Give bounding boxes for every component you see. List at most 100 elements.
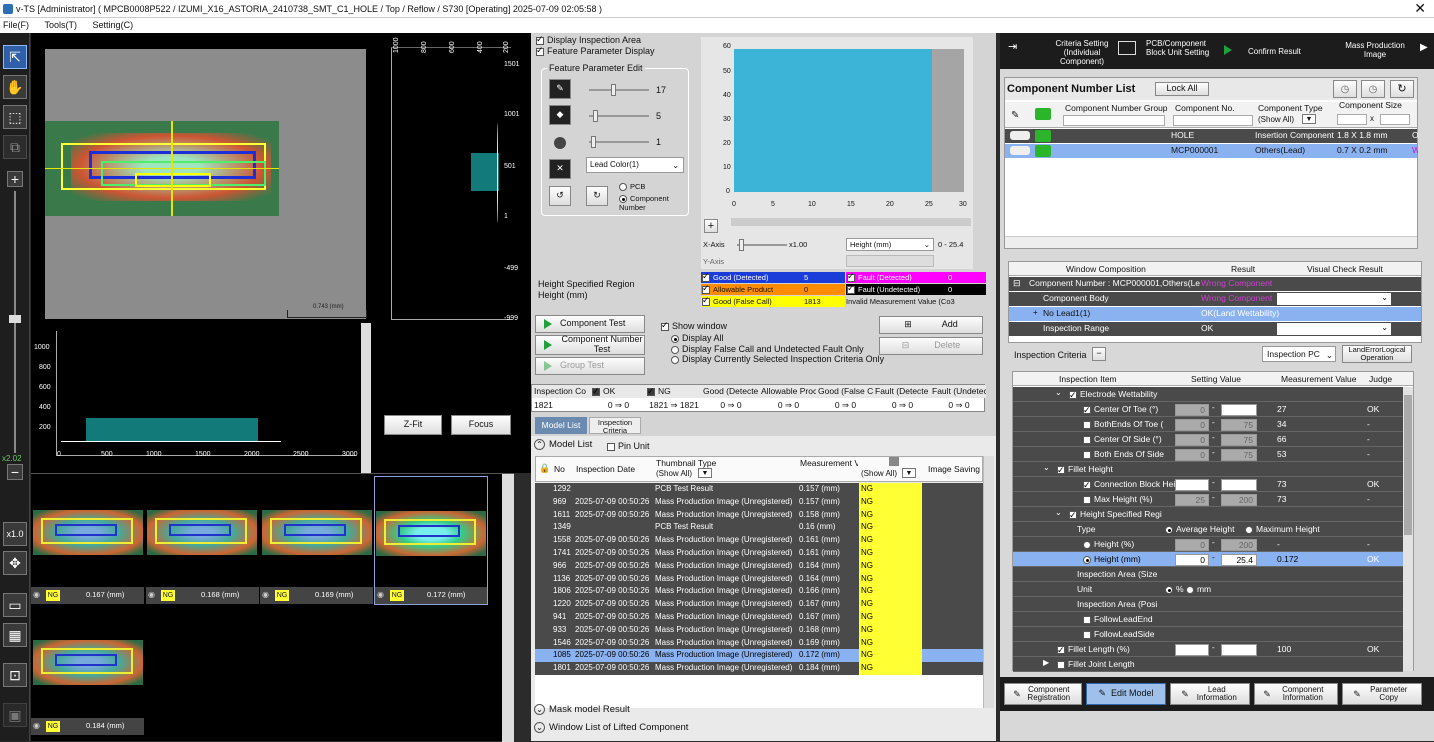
legend-false-call[interactable]: Good (False Call)1813	[701, 295, 845, 307]
criteria-collapse-button[interactable]: −	[1092, 347, 1106, 361]
move-icon[interactable]: ✥	[3, 551, 27, 575]
slider-track[interactable]	[589, 84, 649, 96]
max-input[interactable]: 75	[1221, 434, 1257, 446]
criteria-row[interactable]: ⌄ Fillet Height	[1013, 462, 1403, 477]
expand-icon[interactable]: ⌄	[1055, 388, 1062, 397]
window-row[interactable]: ⊟ Component Number : MCP000001,Others(Le W…	[1009, 277, 1421, 291]
menu-tools[interactable]: Tools(T)	[45, 20, 78, 30]
zoom-out-icon[interactable]: −	[7, 464, 23, 480]
menu-file[interactable]: File(F)	[3, 20, 29, 30]
col-component-size[interactable]: Component Size	[1337, 99, 1417, 112]
thumbnail-scrollbar[interactable]	[502, 474, 514, 742]
grid-icon[interactable]: ▦	[3, 623, 27, 647]
frame-icon[interactable]: ▭	[3, 593, 27, 617]
criteria-row[interactable]: ⌄ Height Specified Regi	[1013, 507, 1403, 522]
thumbnail-image[interactable]	[147, 510, 257, 555]
expand-icon[interactable]: ⌄	[1055, 508, 1062, 517]
thumbnail-image[interactable]	[376, 511, 486, 556]
show-window-check[interactable]: Show window	[661, 320, 727, 331]
tab-parameter-copy[interactable]: ✎ Parameter Copy	[1342, 683, 1422, 705]
x-axis-slider[interactable]	[737, 239, 787, 251]
component-list-hscroll[interactable]	[1005, 236, 1417, 248]
multi-select-icon[interactable]: ⧉	[3, 135, 27, 159]
lock-all-button[interactable]: Lock All	[1155, 82, 1209, 96]
enable-all-icon[interactable]	[1035, 108, 1051, 120]
close-icon[interactable]: ✕	[1414, 0, 1426, 16]
inspection-window-lead[interactable]	[135, 173, 211, 187]
eraser-icon[interactable]: ◆	[549, 105, 571, 125]
legend-good-detected[interactable]: Good (Detected)5	[701, 271, 845, 283]
rotate-left-icon[interactable]: ↺	[549, 186, 571, 206]
zfit-button[interactable]: Z-Fit	[384, 415, 442, 435]
model-list-scrollbar[interactable]	[983, 456, 994, 708]
slider-track[interactable]	[589, 110, 649, 122]
size-y-input[interactable]	[1380, 114, 1410, 125]
component-no-filter-input[interactable]	[1173, 115, 1253, 126]
hand-icon[interactable]: ✋	[3, 75, 27, 99]
display-current-radio[interactable]: Display Currently Selected Inspection Cr…	[671, 354, 884, 364]
model-row[interactable]: 1611 2025-07-09 00:50:26 Mass Production I…	[535, 508, 983, 522]
max-input[interactable]: 75	[1221, 419, 1257, 431]
criteria-row[interactable]: Unit% mm	[1013, 582, 1403, 597]
zoom-slider-thumb[interactable]	[9, 315, 21, 323]
slider-track[interactable]	[589, 136, 649, 148]
tab-model-list[interactable]: Model List	[535, 417, 587, 434]
display-inspection-area[interactable]: Display Inspection Area	[536, 34, 641, 45]
min-input[interactable]: 0	[1175, 539, 1209, 551]
model-row[interactable]: 1220 2025-07-09 00:50:26 Mass Production I…	[535, 598, 983, 611]
max-input[interactable]: 100	[1221, 644, 1257, 656]
min-input[interactable]: 0	[1175, 449, 1209, 461]
inspection-pc-select[interactable]: Inspection PC ⌄	[1262, 346, 1336, 362]
pen-icon[interactable]: ✎	[549, 79, 571, 99]
thumbnail-image[interactable]	[33, 640, 143, 685]
component-test-button[interactable]: Component Test	[535, 315, 645, 333]
model-row[interactable]: 941 2025-07-09 00:50:26 Mass Production Im…	[535, 611, 983, 624]
col-group[interactable]: Component Number Group	[1063, 102, 1171, 115]
model-row[interactable]: 1292 PCB Test Result 0.157 (mm) NG	[535, 483, 983, 496]
model-row[interactable]: 1741 2025-07-09 00:50:26 Mass Production I…	[535, 547, 983, 560]
model-row[interactable]: 1801 2025-07-09 00:50:26 Mass Production I…	[535, 662, 983, 675]
zoom-in-icon[interactable]: +	[7, 171, 23, 187]
min-input[interactable]: 0	[1175, 419, 1209, 431]
max-input[interactable]: 75	[1221, 449, 1257, 461]
tab-component-information[interactable]: ✎ Component Information	[1254, 683, 1338, 705]
lead-color-select[interactable]: Lead Color(1) ⌄	[586, 157, 684, 173]
thumbnail-image[interactable]	[262, 510, 372, 555]
tab-lead-information[interactable]: ✎ Lead Information	[1170, 683, 1250, 705]
max-input[interactable]: 200	[1221, 494, 1257, 506]
component-row-selected[interactable]: MCP000001 Others(Lead) 0.7 X 0.2 mm W	[1005, 144, 1418, 158]
legend-fault-detected[interactable]: Fault (Detected)0	[846, 271, 986, 283]
criteria-row[interactable]: Center Of Side (°) 0-75 66-	[1013, 432, 1403, 447]
col-date[interactable]: Inspection Date	[574, 463, 652, 476]
criteria-row[interactable]: Center Of Toe (°)0-7527OK	[1013, 402, 1403, 417]
component-number-test-button[interactable]: Component Number Test	[535, 334, 645, 355]
component-row[interactable]: HOLE Insertion Component 1.8 X 1.8 mm O	[1005, 129, 1418, 143]
min-input[interactable]: 0	[1175, 554, 1209, 566]
model-row[interactable]: 1085 2025-07-09 00:50:26 Mass Production I…	[535, 649, 983, 663]
tab-component-registration[interactable]: ✎ Component Registration	[1004, 683, 1082, 705]
model-list-toggle[interactable]: ⌃ Model List	[534, 439, 592, 450]
criteria-row[interactable]: Inspection Area (Posi	[1013, 597, 1403, 612]
criteria-row[interactable]: Inspection Area (Size	[1013, 567, 1403, 582]
criteria-row[interactable]: Fillet Length (%)25-100100OK	[1013, 642, 1403, 657]
criteria-row[interactable]: ▶ Fillet Joint Length	[1013, 657, 1403, 672]
pointer-icon[interactable]: ⇱	[3, 45, 27, 69]
expand-icon[interactable]: ▶	[1043, 658, 1049, 667]
min-input[interactable]: 0	[1175, 434, 1209, 446]
criteria-row[interactable]: FollowLeadEnd	[1013, 612, 1403, 627]
window-row[interactable]: Component Body Wrong Component ⌄	[1009, 292, 1421, 306]
model-row[interactable]: 1349 PCB Test Result 0.16 (mm) NG	[535, 521, 983, 535]
config-icon[interactable]: ◷	[1361, 80, 1385, 98]
maximum-height-radio[interactable]: Maximum Height	[1243, 522, 1343, 537]
confirm-result-button[interactable]: Confirm Result	[1222, 39, 1320, 69]
criteria-row[interactable]: Height (mm) 0-25.4 0.172 OK	[1013, 552, 1403, 567]
tab-inspection-criteria[interactable]: Inspection Criteria	[589, 417, 641, 435]
display-all-radio[interactable]: Display All	[671, 333, 724, 343]
feature-param-display[interactable]: Feature Parameter Display	[536, 45, 655, 56]
expand-icon[interactable]: ⌄	[1043, 463, 1050, 472]
max-input[interactable]: 25.4	[1221, 554, 1257, 566]
history-icon[interactable]: ◷	[1333, 80, 1357, 98]
window-row-selected[interactable]: + No Lead1(1) OK(Land Wettability)	[1009, 307, 1421, 321]
legend-allowable[interactable]: Allowable Product0	[701, 283, 845, 295]
mask-model-toggle[interactable]: ⌄ Mask model Result	[534, 704, 630, 715]
